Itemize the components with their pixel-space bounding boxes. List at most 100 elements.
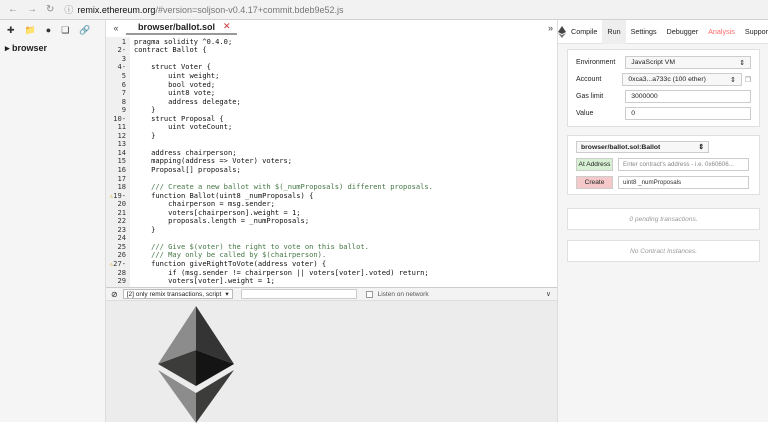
terminal-search-input[interactable]: [240, 289, 357, 299]
code-line: 24: [106, 233, 557, 242]
environment-row: Environment JavaScript VM ⇕: [576, 54, 751, 71]
environment-value: JavaScript VM: [631, 59, 676, 66]
close-icon[interactable]: ✕: [223, 21, 231, 32]
create-button[interactable]: Create: [576, 176, 613, 189]
remix-logo: [558, 25, 566, 38]
tab-run[interactable]: Run: [602, 19, 626, 44]
tab-settings[interactable]: Settings: [626, 20, 662, 44]
tab-analysis[interactable]: Analysis: [703, 20, 740, 44]
terminal-toolbar: ⊘ [2] only remix transactions, script ▾ …: [106, 287, 557, 301]
editor-tabbar: « browser/ballot.sol ✕ »: [106, 20, 557, 35]
gas-limit-input[interactable]: 3000000: [625, 90, 751, 103]
editor-tab-label: browser/ballot.sol: [138, 21, 216, 32]
contract-card: browser/ballot.sol:Ballot ⇕ At Address E…: [567, 135, 760, 195]
url-host: remix.ethereum.org: [77, 4, 156, 15]
back-icon[interactable]: ←: [8, 4, 18, 15]
select-arrows-icon: ⇕: [698, 144, 704, 151]
open-folder-icon[interactable]: 📁: [25, 25, 36, 36]
contract-instances: No Contract Instances.: [567, 240, 760, 262]
value-input[interactable]: 0: [625, 107, 751, 120]
collapse-terminal-icon[interactable]: ∨: [546, 290, 557, 298]
line-number-text: 29: [117, 276, 126, 286]
github-icon[interactable]: ●: [46, 25, 51, 36]
link-icon[interactable]: 🔗: [79, 25, 90, 36]
tab-support[interactable]: Support: [740, 20, 768, 44]
url-path: /#version=soljson-v0.4.17+commit.bdeb9e5…: [155, 4, 344, 15]
code-text: contract Ballot {: [134, 45, 207, 55]
info-icon[interactable]: ⓘ: [64, 3, 73, 16]
clear-console-icon[interactable]: ⊘: [111, 290, 118, 299]
code-area[interactable]: 1 pragma solidity ^0.4.0; 2- contract Ballo…: [106, 37, 557, 287]
code-editor: « browser/ballot.sol ✕ » 1 pragma solidit…: [106, 20, 557, 287]
code-text: Proposal[] proposals;: [134, 164, 241, 174]
code-line: 13: [106, 139, 557, 148]
code-text: voters[voter].weight = 1;: [134, 276, 275, 286]
account-value: 0xca3...a733c (100 ether): [628, 76, 706, 83]
select-arrows-icon: ⇕: [730, 76, 736, 84]
constructor-args-input[interactable]: uint8 _numProposals: [618, 176, 749, 189]
editor-tab[interactable]: browser/ballot.sol ✕: [126, 20, 237, 35]
at-address-input[interactable]: Enter contract's address - i.e. 0x60606.…: [618, 158, 749, 171]
copy-icon[interactable]: ❐: [745, 76, 751, 84]
caret-right-icon: ▸: [5, 43, 10, 53]
value-label: Value: [576, 110, 594, 117]
code-line: 11 uint voteCount;: [106, 122, 557, 131]
tab-compile[interactable]: Compile: [566, 20, 602, 44]
terminal-filter-label: [2] only remix transactions, script: [126, 290, 222, 298]
at-address-button[interactable]: At Address: [576, 158, 613, 171]
panel-tabs: Compile Run Settings Debugger Analysis S…: [558, 19, 768, 44]
copy-icon[interactable]: ❏: [61, 25, 69, 36]
reload-icon[interactable]: ↻: [46, 4, 54, 15]
chevron-down-icon: ▾: [225, 291, 229, 298]
code-line: ⚠27- function giveRightToVote(address vo…: [106, 259, 557, 268]
account-label: Account: [576, 76, 602, 83]
code-line: 16 Proposal[] proposals;: [106, 165, 557, 174]
new-file-icon[interactable]: ✚: [7, 25, 15, 36]
tab-debugger[interactable]: Debugger: [662, 20, 704, 44]
gas-limit-row: Gas limit 3000000: [576, 88, 751, 105]
code-line: 14 address chairperson;: [106, 148, 557, 157]
folder-browser[interactable]: ▸ browser: [0, 41, 105, 56]
code-line: 20 chairperson = msg.sender;: [106, 199, 557, 208]
code-line: ⚠19- function Ballot(uint8 _numProposals…: [106, 191, 557, 200]
code-text: }: [134, 224, 156, 234]
code-line: 5 uint weight;: [106, 71, 557, 80]
code-line: 3: [106, 54, 557, 63]
code-line: 22 proposals.length = _numProposals;: [106, 216, 557, 225]
line-number: 29: [106, 276, 130, 285]
environment-select[interactable]: JavaScript VM ⇕: [625, 56, 751, 69]
address-bar[interactable]: ⓘ remix.ethereum.org/#version=soljson-v0…: [64, 3, 343, 16]
contract-select[interactable]: browser/ballot.sol:Ballot ⇕: [576, 141, 709, 153]
terminal-filter-select[interactable]: [2] only remix transactions, script ▾: [122, 289, 233, 299]
gas-limit-label: Gas limit: [576, 93, 604, 100]
code-line: 28 if (msg.sender != chairperson || vote…: [106, 268, 557, 277]
code-line: 25 /// Give $(voter) the right to vote o…: [106, 242, 557, 251]
select-arrows-icon: ⇕: [739, 59, 745, 67]
code-line: 15 mapping(address => Voter) voters;: [106, 156, 557, 165]
listen-network-checkbox[interactable]: [365, 290, 373, 298]
scroll-tabs-right-icon[interactable]: »: [548, 23, 557, 33]
code-line: 9 }: [106, 105, 557, 114]
account-select[interactable]: 0xca3...a733c (100 ether) ⇕: [622, 73, 742, 86]
account-row: Account 0xca3...a733c (100 ether) ⇕ ❐: [576, 71, 751, 88]
folder-label: browser: [12, 43, 48, 53]
code-line: 21 voters[chairperson].weight = 1;: [106, 208, 557, 217]
ethereum-small-icon: [558, 25, 566, 38]
listen-network-label: Listen on network: [377, 290, 429, 298]
code-line: 18 /// Create a new ballot with $(_numPr…: [106, 182, 557, 191]
scroll-tabs-left-icon[interactable]: «: [106, 23, 126, 33]
forward-icon[interactable]: →: [27, 4, 37, 15]
code-line: 6 bool voted;: [106, 80, 557, 89]
run-panel: Compile Run Settings Debugger Analysis S…: [557, 19, 768, 422]
explorer-toolbar: ✚ 📁 ● ❏ 🔗: [0, 20, 105, 41]
value-row: Value 0: [576, 105, 751, 122]
code-line: 8 address delegate;: [106, 97, 557, 106]
code-line: 29 voters[voter].weight = 1;: [106, 276, 557, 285]
pending-transactions: 0 pending transactions.: [567, 208, 760, 230]
code-line: 7 uint8 vote;: [106, 88, 557, 97]
code-line: 2- contract Ballot {: [106, 45, 557, 55]
create-row: Create uint8 _numProposals: [576, 176, 751, 189]
terminal-panel: [106, 301, 557, 423]
settings-card: Environment JavaScript VM ⇕ Account 0xca…: [567, 49, 760, 127]
code-text: }: [134, 130, 156, 140]
